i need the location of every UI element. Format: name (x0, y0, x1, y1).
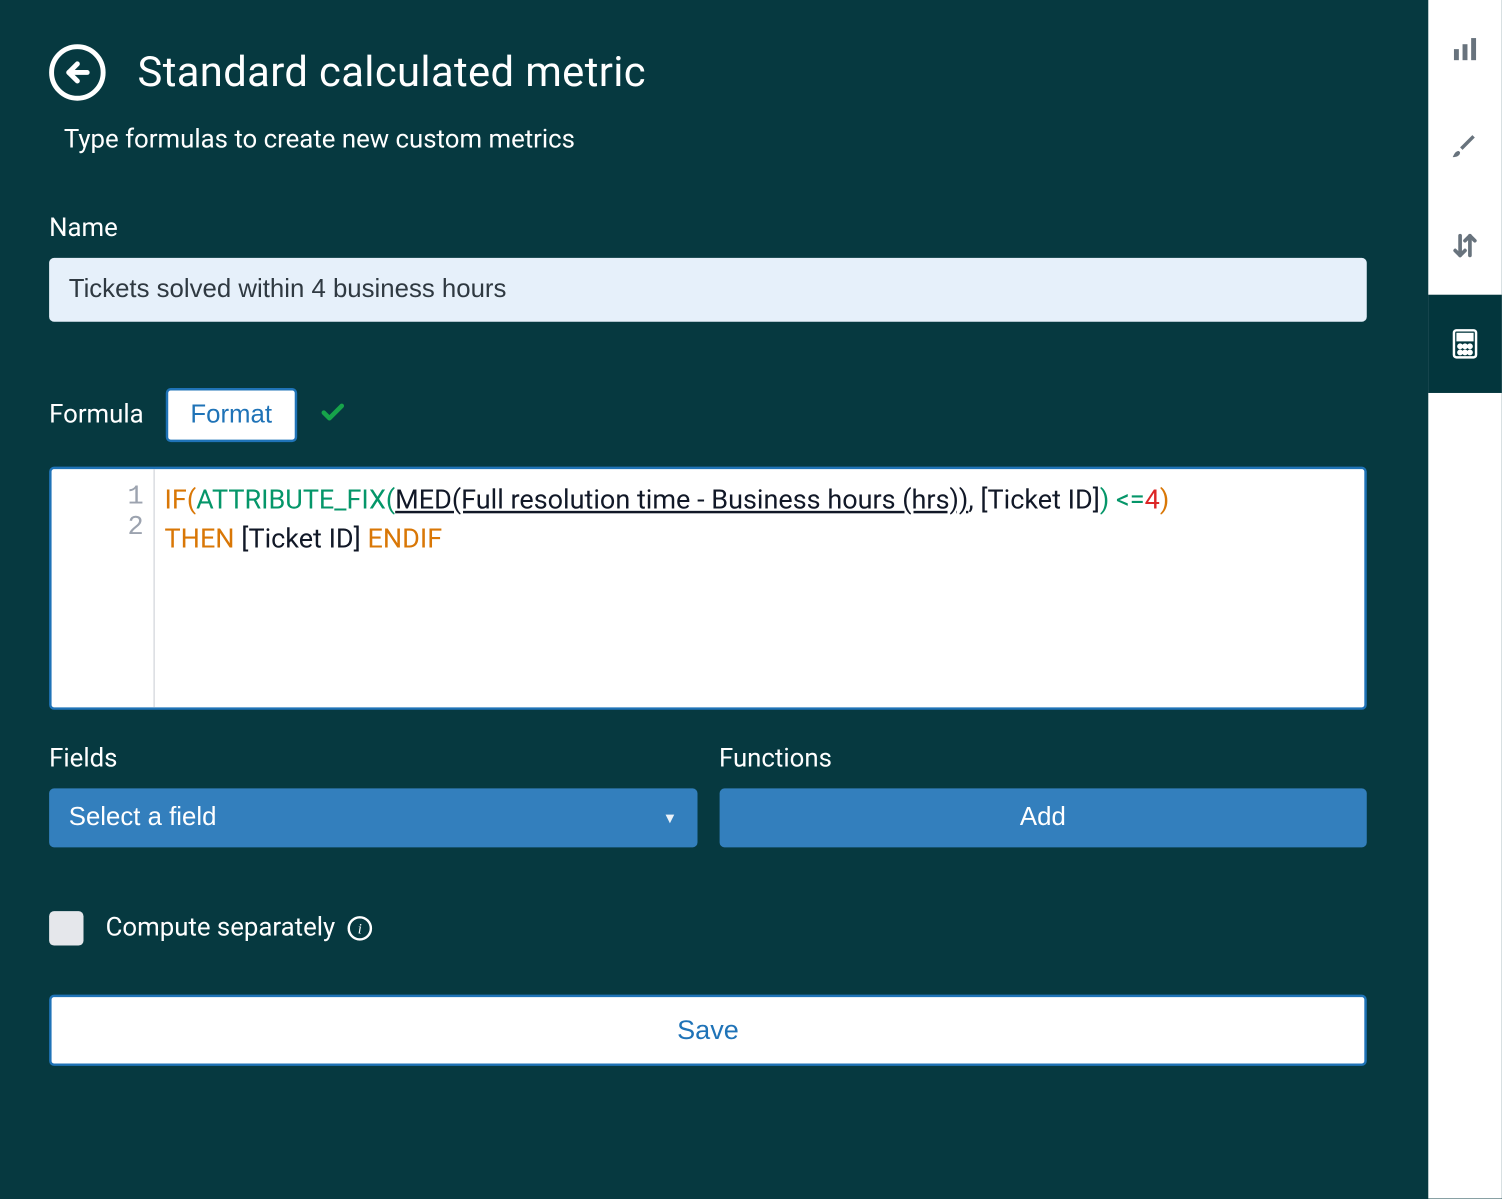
sort-arrows-icon (1450, 231, 1479, 260)
sidebar-chart[interactable] (1428, 0, 1502, 98)
compute-separately-checkbox[interactable] (49, 911, 83, 945)
save-button[interactable]: Save (49, 995, 1367, 1066)
right-sidebar (1428, 0, 1502, 1199)
editor-code[interactable]: IF(ATTRIBUTE_FIX(MED(Full resolution tim… (155, 469, 1365, 707)
editor-gutter: 1 2 (52, 469, 155, 707)
sidebar-calculator[interactable] (1428, 295, 1502, 393)
page-header: Standard calculated metric (49, 44, 1367, 100)
token-ticket-id-2: [Ticket ID] (241, 524, 361, 555)
back-button[interactable] (49, 44, 105, 100)
compute-separately-row: Compute separately i (49, 911, 1367, 945)
token-four: 4 (1145, 485, 1160, 516)
code-line-2: THEN [Ticket ID] ENDIF (165, 521, 1350, 560)
chevron-down-icon: ▼ (663, 809, 678, 826)
info-icon[interactable]: i (348, 916, 373, 941)
token-attribute-fix: ATTRIBUTE_FIX (196, 485, 386, 516)
token-open-paren-attr: ( (386, 485, 395, 516)
formula-editor[interactable]: 1 2 IF(ATTRIBUTE_FIX(MED(Full resolution… (49, 467, 1367, 710)
token-space (1109, 485, 1116, 516)
formula-header-row: Formula Format (49, 388, 1367, 442)
page-title: Standard calculated metric (138, 48, 646, 97)
token-ticket-id-1: [Ticket ID] (980, 485, 1100, 516)
fields-label: Fields (49, 744, 697, 773)
fields-column: Fields Select a field ▼ (49, 744, 697, 847)
name-input[interactable] (49, 258, 1367, 322)
token-open-paren-if: ( (187, 485, 196, 516)
line-number: 2 (52, 512, 144, 543)
fields-select-placeholder: Select a field (69, 803, 217, 832)
compute-separately-label: Compute separately i (106, 914, 372, 943)
format-button[interactable]: Format (166, 388, 297, 442)
compute-separately-text: Compute separately (106, 914, 336, 943)
code-line-1: IF(ATTRIBUTE_FIX(MED(Full resolution tim… (165, 481, 1350, 520)
bar-chart-icon (1450, 34, 1479, 63)
functions-label: Functions (719, 744, 1367, 773)
token-space (235, 524, 242, 555)
token-med-expr: MED(Full resolution time - Business hour… (395, 485, 968, 516)
brush-icon (1450, 133, 1479, 162)
line-number: 1 (52, 481, 144, 512)
fields-select[interactable]: Select a field ▼ (49, 788, 697, 847)
token-lteq: <= (1116, 485, 1145, 516)
sidebar-brush[interactable] (1428, 98, 1502, 196)
arrow-left-icon (63, 58, 92, 87)
add-function-button[interactable]: Add (719, 788, 1367, 847)
main-panel: Standard calculated metric Type formulas… (0, 0, 1428, 1199)
sidebar-sort[interactable] (1428, 196, 1502, 294)
formula-valid-check-icon (319, 398, 346, 431)
token-if: IF (165, 485, 187, 516)
token-endif: ENDIF (368, 524, 443, 555)
page-subtitle: Type formulas to create new custom metri… (64, 125, 1367, 154)
token-then: THEN (165, 524, 235, 555)
functions-column: Functions Add (719, 744, 1367, 847)
formula-label: Formula (49, 400, 144, 429)
token-close-paren-if: ) (1160, 485, 1169, 516)
name-label: Name (49, 214, 1367, 243)
token-comma: , (968, 485, 980, 516)
calculator-icon (1451, 328, 1478, 360)
